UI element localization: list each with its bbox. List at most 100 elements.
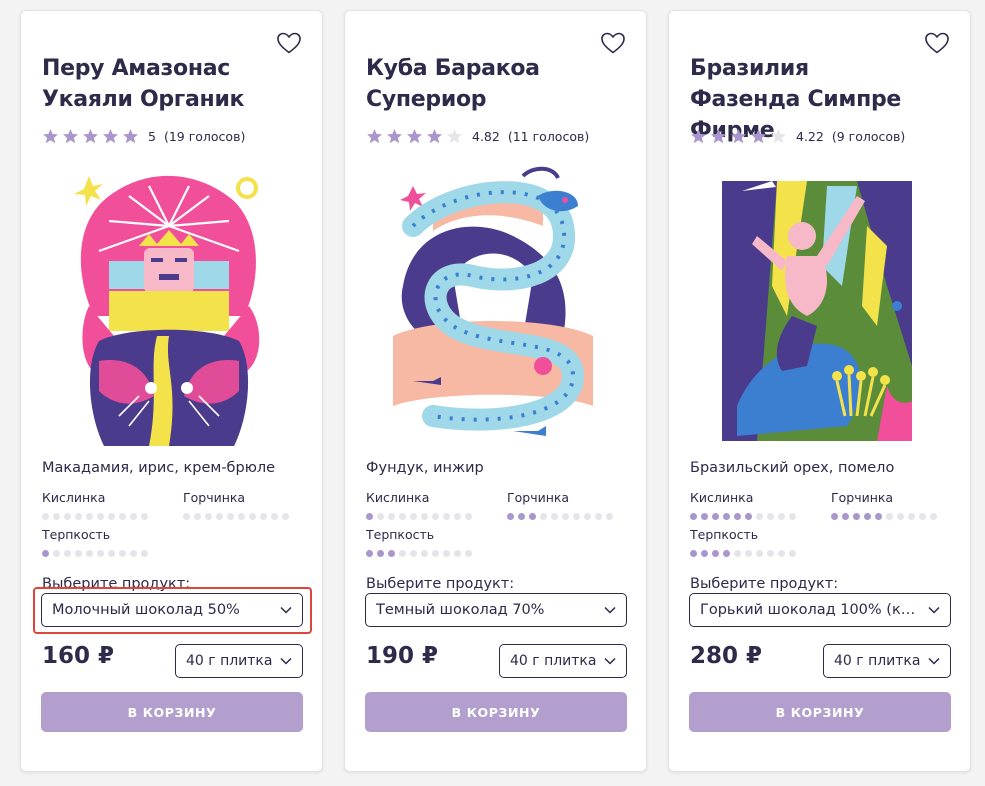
star-icon: [407, 128, 422, 143]
add-to-cart-button[interactable]: В КОРЗИНУ: [365, 692, 627, 732]
level-dot: [119, 513, 126, 520]
weight-select[interactable]: 40 г плитка: [823, 644, 951, 678]
flavor-notes: Бразильский орех, помело: [690, 460, 895, 476]
favorite-heart-icon[interactable]: [924, 31, 950, 55]
rating-stars: [690, 128, 787, 145]
astringency-label: Терпкость: [366, 527, 435, 542]
weight-select[interactable]: 40 г плитка: [175, 644, 303, 678]
flavor-notes: Фундук, инжир: [366, 460, 484, 476]
star-icon: [63, 128, 78, 143]
rating-stars: [42, 128, 139, 145]
rating-stars: [366, 128, 463, 145]
star-icon: [751, 128, 766, 143]
star-icon: [447, 128, 462, 143]
chevron-down-icon: [280, 657, 292, 665]
level-dot: [529, 513, 536, 520]
level-dot: [853, 513, 860, 520]
chevron-down-icon: [280, 606, 292, 614]
level-dot: [366, 513, 373, 520]
level-dot: [432, 513, 439, 520]
level-dot: [53, 550, 60, 557]
weight-select[interactable]: 40 г плитка: [499, 644, 627, 678]
level-dot: [216, 513, 223, 520]
acidity-dots: [690, 513, 796, 520]
astringency-dots: [690, 550, 796, 557]
bitterness-dots: [831, 513, 937, 520]
level-dot: [734, 513, 741, 520]
add-to-cart-button[interactable]: В КОРЗИНУ: [41, 692, 303, 732]
level-dot: [789, 513, 796, 520]
product-illustration[interactable]: [393, 166, 593, 449]
level-dot: [141, 513, 148, 520]
level-dot: [271, 513, 278, 520]
votes-count: (9 голосов): [831, 128, 906, 144]
star-icon: [43, 128, 58, 143]
level-dot: [712, 550, 719, 557]
astringency-dots: [366, 550, 472, 557]
level-dot: [227, 513, 234, 520]
level-dot: [183, 513, 190, 520]
level-dot: [723, 513, 730, 520]
product-title[interactable]: Куба Баракоа Супериор: [366, 53, 596, 115]
rating-value: 4.22: [796, 128, 824, 144]
product-select[interactable]: Темный шоколад 70%: [365, 593, 627, 627]
votes-count: (19 голосов): [163, 128, 246, 144]
favorite-heart-icon[interactable]: [276, 31, 302, 55]
level-dot: [410, 550, 417, 557]
acidity-dots: [366, 513, 472, 520]
level-dot: [64, 513, 71, 520]
level-dot: [42, 550, 49, 557]
level-dot: [194, 513, 201, 520]
price: 280 ₽: [690, 643, 763, 669]
product-select[interactable]: Молочный шоколад 50%: [41, 593, 303, 627]
rating: 4.22 (9 голосов): [690, 126, 905, 146]
level-dot: [745, 513, 752, 520]
level-dot: [690, 550, 697, 557]
level-dot: [366, 550, 373, 557]
product-illustration[interactable]: [69, 166, 269, 449]
level-dot: [584, 513, 591, 520]
level-dot: [897, 513, 904, 520]
star-icon: [387, 128, 402, 143]
product-select-value: Молочный шоколад 50%: [52, 602, 240, 618]
level-dot: [551, 513, 558, 520]
level-dot: [130, 513, 137, 520]
level-dot: [377, 550, 384, 557]
level-dot: [388, 513, 395, 520]
product-title[interactable]: Перу Амазонас Укаяли Органик: [42, 53, 272, 115]
level-dot: [454, 513, 461, 520]
level-dot: [399, 513, 406, 520]
level-dot: [842, 513, 849, 520]
acidity-meter: Кислинка: [366, 489, 472, 520]
level-dot: [701, 513, 708, 520]
favorite-heart-icon[interactable]: [600, 31, 626, 55]
acidity-label: Кислинка: [42, 490, 106, 505]
product-select[interactable]: Горький шоколад 100% (как…: [689, 593, 951, 627]
level-dot: [141, 550, 148, 557]
level-dot: [421, 550, 428, 557]
level-dot: [410, 513, 417, 520]
level-dot: [97, 550, 104, 557]
level-dot: [745, 550, 752, 557]
level-dot: [875, 513, 882, 520]
price: 190 ₽: [366, 643, 439, 669]
acidity-label: Кислинка: [366, 490, 430, 505]
level-dot: [507, 513, 514, 520]
star-icon: [83, 128, 98, 143]
weight-select-value: 40 г плитка: [186, 653, 273, 669]
level-dot: [712, 513, 719, 520]
chevron-down-icon: [928, 606, 940, 614]
level-dot: [130, 550, 137, 557]
add-to-cart-button[interactable]: В КОРЗИНУ: [689, 692, 951, 732]
star-icon: [731, 128, 746, 143]
level-dot: [75, 550, 82, 557]
product-illustration[interactable]: [717, 166, 917, 449]
level-dot: [778, 513, 785, 520]
level-dot: [443, 513, 450, 520]
product-card: Куба Баракоа Супериор 4.82 (11 голосов) …: [344, 10, 647, 772]
acidity-meter: Кислинка: [690, 489, 796, 520]
product-card: Перу Амазонас Укаяли Органик 5 (19 голос…: [20, 10, 323, 772]
level-dot: [518, 513, 525, 520]
level-dot: [97, 513, 104, 520]
level-dot: [86, 550, 93, 557]
